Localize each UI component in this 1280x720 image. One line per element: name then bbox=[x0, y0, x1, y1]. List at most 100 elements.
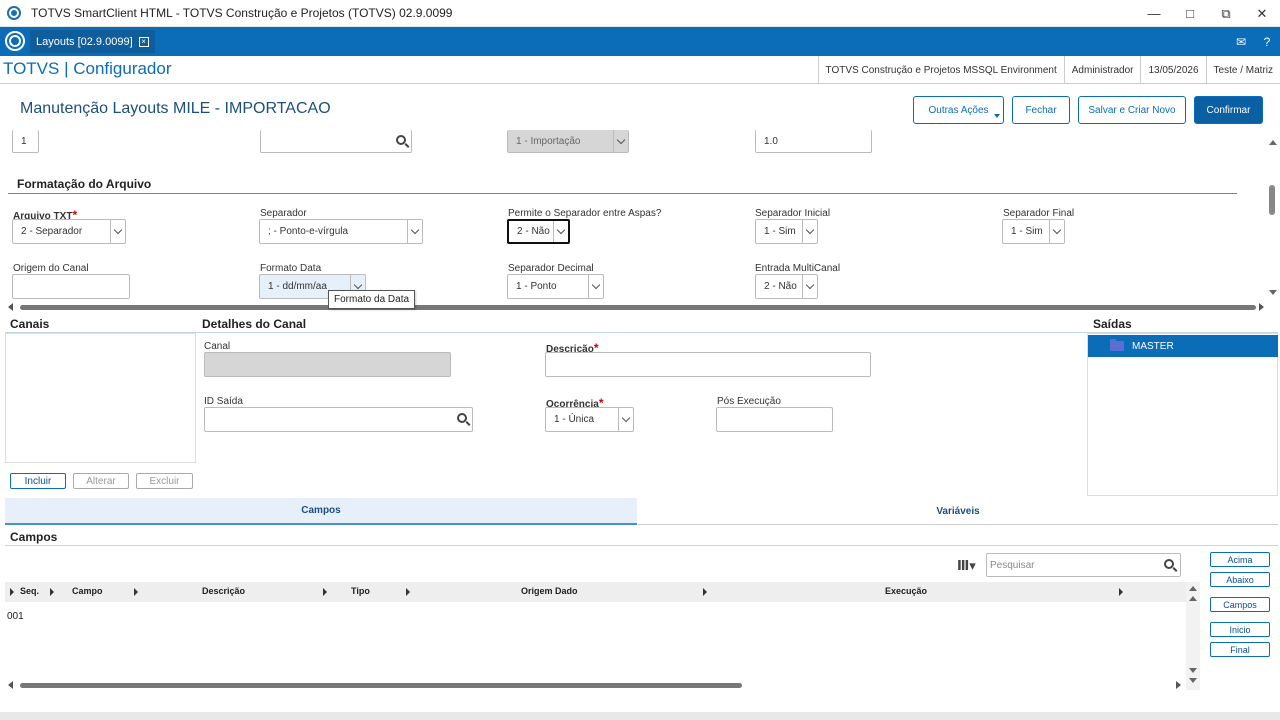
grid-vertical-scrollbar[interactable] bbox=[1186, 582, 1200, 690]
scroll-thumb[interactable] bbox=[1269, 185, 1275, 215]
sort-icon[interactable] bbox=[406, 588, 410, 596]
dropdown-icon bbox=[618, 408, 633, 431]
dropdown-icon bbox=[802, 275, 817, 298]
separador-decimal-label: Separador Decimal bbox=[508, 263, 594, 274]
col-execucao[interactable]: Execução bbox=[885, 586, 927, 596]
scroll-down-icon[interactable] bbox=[1189, 668, 1197, 673]
scroll-thumb[interactable] bbox=[20, 305, 1256, 310]
totvs-logo-icon[interactable] bbox=[5, 31, 25, 51]
separador-inicial-value: 1 - Sim bbox=[764, 226, 796, 237]
origem-canal-input[interactable] bbox=[12, 274, 130, 299]
id-saida-label: ID Saída bbox=[204, 396, 243, 407]
date-label: 13/05/2026 bbox=[1140, 56, 1205, 84]
layout-search-field[interactable] bbox=[260, 130, 412, 153]
scroll-right-icon[interactable] bbox=[1176, 681, 1181, 689]
ocorrencia-select[interactable]: 1 - Única bbox=[545, 407, 634, 432]
scroll-down-icon[interactable] bbox=[1269, 290, 1277, 295]
sort-icon[interactable] bbox=[134, 588, 138, 596]
scroll-up-icon[interactable] bbox=[1189, 586, 1197, 591]
dropdown-icon bbox=[613, 130, 628, 152]
table-row[interactable]: 001 bbox=[7, 611, 24, 622]
sort-icon[interactable] bbox=[10, 588, 14, 596]
multicanal-select[interactable]: 2 - Não bbox=[755, 274, 818, 299]
descricao-input[interactable] bbox=[545, 352, 871, 377]
alterar-button[interactable]: Alterar bbox=[73, 473, 129, 489]
search-icon[interactable] bbox=[1164, 559, 1174, 569]
canais-list[interactable] bbox=[5, 333, 196, 463]
separador-final-select[interactable]: 1 - Sim bbox=[1002, 219, 1065, 244]
outras-acoes-button[interactable]: Outras Ações bbox=[913, 96, 1004, 124]
form-vertical-scrollbar[interactable] bbox=[1266, 130, 1278, 305]
maximize-icon[interactable]: ⧉ bbox=[1208, 0, 1244, 27]
tab-layouts[interactable]: Layouts [02.9.0099] × bbox=[30, 30, 155, 53]
tab-bar: Layouts [02.9.0099] × ✉ ? bbox=[0, 27, 1280, 56]
col-tipo[interactable]: Tipo bbox=[351, 586, 370, 596]
final-button[interactable]: Final bbox=[1210, 642, 1270, 657]
scroll-left-icon[interactable] bbox=[8, 681, 13, 689]
restore-icon[interactable]: □ bbox=[1172, 0, 1208, 27]
columns-icon[interactable]: Ⅲ▾ bbox=[957, 558, 976, 574]
mail-icon[interactable]: ✉ bbox=[1228, 27, 1254, 56]
id-saida-input[interactable] bbox=[204, 407, 473, 432]
scroll-up-icon[interactable] bbox=[1269, 140, 1277, 145]
versao-field[interactable]: 1.0 bbox=[755, 130, 872, 153]
dropdown-icon bbox=[1049, 220, 1064, 243]
abaixo-button[interactable]: Abaixo bbox=[1210, 572, 1270, 587]
excluir-button[interactable]: Excluir bbox=[136, 473, 193, 489]
separador-decimal-value: 1 - Ponto bbox=[516, 281, 557, 292]
fechar-button[interactable]: Fechar bbox=[1012, 96, 1070, 124]
pos-execucao-input[interactable] bbox=[716, 407, 833, 432]
saida-item-master[interactable]: MASTER bbox=[1088, 335, 1278, 357]
scroll-right-icon[interactable] bbox=[1259, 303, 1264, 311]
grid-horizontal-scrollbar[interactable] bbox=[6, 680, 1186, 690]
sort-icon[interactable] bbox=[703, 588, 707, 596]
tab-close-icon[interactable]: × bbox=[138, 36, 149, 47]
tab-campos[interactable]: Campos bbox=[5, 498, 637, 525]
col-origem-dado[interactable]: Origem Dado bbox=[521, 586, 578, 596]
layout-code-field[interactable]: 1 bbox=[12, 130, 39, 153]
scroll-thumb[interactable] bbox=[20, 683, 742, 688]
formato-data-tooltip: Formato da Data bbox=[328, 290, 416, 309]
scroll-left-icon[interactable] bbox=[8, 303, 13, 311]
minimize-icon[interactable]: — bbox=[1136, 0, 1172, 27]
col-descricao[interactable]: Descrição bbox=[202, 586, 245, 596]
app-brand: TOTVS | Configurador bbox=[3, 59, 172, 78]
scroll-bottom-icon[interactable] bbox=[1189, 678, 1197, 683]
col-campo[interactable]: Campo bbox=[72, 586, 103, 596]
acima-button[interactable]: Acima bbox=[1210, 552, 1270, 567]
formato-data-value: 1 - dd/mm/aa bbox=[268, 281, 327, 292]
scroll-top-icon[interactable] bbox=[1189, 596, 1197, 601]
separador-select[interactable]: ; - Ponto-e-vírgula bbox=[259, 219, 423, 244]
arquivo-txt-select[interactable]: 2 - Separador bbox=[12, 219, 126, 244]
saidas-title: Saídas bbox=[1093, 317, 1132, 331]
search-icon[interactable] bbox=[396, 135, 406, 145]
sort-icon[interactable] bbox=[50, 588, 54, 596]
status-strip bbox=[0, 712, 1280, 720]
salvar-criar-novo-button[interactable]: Salvar e Criar Novo bbox=[1078, 96, 1186, 124]
close-window-icon[interactable]: ✕ bbox=[1244, 0, 1280, 27]
sort-icon[interactable] bbox=[1119, 588, 1123, 596]
pesquisar-placeholder: Pesquisar bbox=[990, 559, 1035, 571]
separador-decimal-select[interactable]: 1 - Ponto bbox=[507, 274, 604, 299]
dropdown-icon bbox=[588, 275, 603, 298]
branch-label: Teste / Matriz bbox=[1205, 56, 1280, 84]
page-title: Manutenção Layouts MILE - IMPORTACAO bbox=[20, 100, 331, 117]
help-icon[interactable]: ? bbox=[1254, 27, 1280, 56]
confirmar-button[interactable]: Confirmar bbox=[1194, 96, 1263, 124]
form-horizontal-scrollbar[interactable] bbox=[6, 302, 1266, 312]
inicio-button[interactable]: Inicio bbox=[1210, 622, 1270, 637]
dropdown-icon bbox=[110, 220, 125, 243]
saidas-list[interactable] bbox=[1087, 333, 1278, 496]
incluir-button[interactable]: Incluir bbox=[10, 473, 66, 489]
tab-variaveis[interactable]: Variáveis bbox=[638, 498, 1278, 525]
permite-separador-select[interactable]: 2 - Não bbox=[507, 219, 570, 244]
col-seq[interactable]: Seq. bbox=[20, 586, 39, 596]
search-icon[interactable] bbox=[457, 413, 467, 423]
saida-item-label: MASTER bbox=[1132, 340, 1174, 352]
sort-icon[interactable] bbox=[323, 588, 327, 596]
pesquisar-input[interactable]: Pesquisar bbox=[986, 553, 1181, 577]
multicanal-value: 2 - Não bbox=[764, 281, 797, 292]
separador-inicial-select[interactable]: 1 - Sim bbox=[755, 219, 818, 244]
folder-icon bbox=[1110, 339, 1124, 351]
campos-button[interactable]: Campos bbox=[1210, 597, 1270, 612]
